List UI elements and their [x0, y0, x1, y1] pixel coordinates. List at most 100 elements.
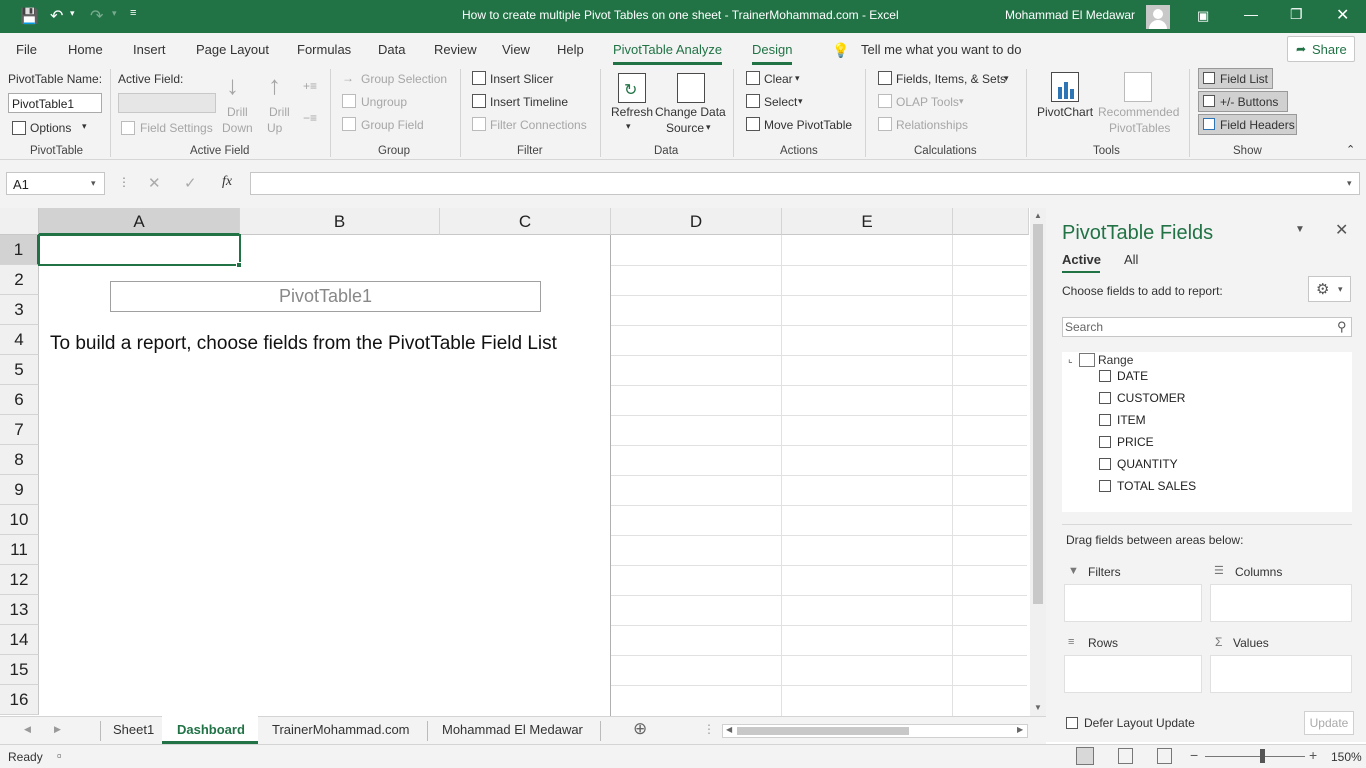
undo-dropdown-icon[interactable]: ▾: [70, 8, 75, 19]
minimize-icon[interactable]: —: [1244, 6, 1258, 22]
sheet-tab-trainermohammad[interactable]: TrainerMohammad.com: [272, 722, 410, 737]
clear-dropdown-icon[interactable]: ▾: [795, 73, 800, 84]
tab-pivottable-analyze[interactable]: PivotTable Analyze: [613, 42, 723, 65]
scroll-tabs-left-icon[interactable]: ◀: [24, 724, 31, 735]
tab-home[interactable]: Home: [68, 42, 103, 57]
row-header-16[interactable]: 16: [0, 685, 39, 715]
row-header-9[interactable]: 9: [0, 475, 39, 505]
close-icon[interactable]: ✕: [1336, 5, 1349, 25]
sheet-tab-dashboard[interactable]: Dashboard: [162, 716, 258, 744]
refresh-dropdown-icon[interactable]: ▾: [626, 121, 631, 132]
field-checkbox-total-sales[interactable]: [1099, 480, 1111, 492]
column-header-e[interactable]: E: [782, 208, 953, 235]
scroll-left-icon[interactable]: ◀: [726, 725, 732, 734]
field-checkbox-quantity[interactable]: [1099, 458, 1111, 470]
field-settings-gear-button[interactable]: ⚙ ▾: [1308, 276, 1351, 302]
row-header-5[interactable]: 5: [0, 355, 39, 385]
move-pivottable-button[interactable]: Move PivotTable: [764, 118, 852, 132]
zoom-in-icon[interactable]: +: [1309, 747, 1317, 763]
scroll-up-icon[interactable]: ▲: [1034, 211, 1042, 220]
insert-timeline-button[interactable]: Insert Timeline: [490, 95, 568, 109]
avatar[interactable]: [1146, 5, 1170, 29]
scroll-down-icon[interactable]: ▼: [1034, 703, 1042, 712]
accessibility-icon[interactable]: ▫: [57, 748, 62, 763]
field-headers-button[interactable]: Field Headers: [1198, 114, 1297, 135]
plus-minus-buttons-button[interactable]: +/- Buttons: [1198, 91, 1288, 112]
defer-layout-checkbox[interactable]: [1066, 717, 1078, 729]
pivotchart-icon[interactable]: [1051, 72, 1079, 102]
share-button[interactable]: ➦ Share: [1287, 36, 1355, 62]
zoom-level[interactable]: 150%: [1331, 750, 1362, 764]
row-header-6[interactable]: 6: [0, 385, 39, 415]
tab-design[interactable]: Design: [752, 42, 793, 65]
filters-drop-zone[interactable]: [1064, 584, 1202, 622]
column-header-b[interactable]: B: [240, 208, 440, 235]
page-break-view-icon[interactable]: [1157, 748, 1172, 764]
name-box-dropdown-icon[interactable]: ▾: [91, 178, 96, 189]
new-sheet-icon[interactable]: ⊕: [633, 719, 647, 739]
expand-formula-bar-icon[interactable]: ▾: [1347, 178, 1352, 189]
column-header-a[interactable]: A: [39, 208, 240, 235]
tell-me-search[interactable]: Tell me what you want to do: [861, 42, 1021, 57]
row-header-13[interactable]: 13: [0, 595, 39, 625]
options-button[interactable]: Options: [30, 121, 71, 135]
horizontal-scrollbar[interactable]: ◀ ▶: [722, 724, 1028, 738]
zoom-out-icon[interactable]: −: [1190, 747, 1198, 763]
rows-drop-zone[interactable]: [1064, 655, 1202, 693]
zoom-slider-thumb[interactable]: [1260, 749, 1265, 763]
insert-slicer-button[interactable]: Insert Slicer: [490, 72, 553, 86]
tab-all-fields[interactable]: All: [1124, 252, 1138, 267]
formula-input[interactable]: ▾: [250, 172, 1360, 195]
user-name[interactable]: Mohammad El Medawar: [1005, 8, 1135, 22]
change-data-source-dropdown-icon[interactable]: ▾: [706, 122, 711, 133]
refresh-button[interactable]: Refresh: [611, 105, 653, 119]
collapse-range-icon[interactable]: ⌞: [1068, 354, 1073, 365]
values-drop-zone[interactable]: [1210, 655, 1352, 693]
field-name-item[interactable]: ITEM: [1117, 413, 1146, 427]
column-header-d[interactable]: D: [611, 208, 782, 235]
select-dropdown-icon[interactable]: ▾: [798, 96, 803, 107]
row-header-1[interactable]: 1: [0, 235, 39, 265]
tab-data[interactable]: Data: [378, 42, 405, 57]
fields-items-sets-button[interactable]: Fields, Items, & Sets: [896, 72, 1006, 86]
clear-button[interactable]: Clear: [764, 72, 793, 86]
field-checkbox-customer[interactable]: [1099, 392, 1111, 404]
page-layout-view-icon[interactable]: [1118, 748, 1133, 764]
select-button[interactable]: Select: [764, 95, 797, 109]
customize-qat-icon[interactable]: ≡: [130, 7, 136, 19]
pivottable-name-input[interactable]: PivotTable1: [8, 93, 102, 113]
tab-file[interactable]: File: [16, 42, 37, 57]
tab-insert[interactable]: Insert: [133, 42, 166, 57]
restore-icon[interactable]: ❐: [1290, 6, 1303, 23]
row-header-7[interactable]: 7: [0, 415, 39, 445]
name-box[interactable]: A1 ▾: [6, 172, 105, 195]
row-header-12[interactable]: 12: [0, 565, 39, 595]
save-icon[interactable]: 💾: [20, 7, 39, 25]
tab-active-fields[interactable]: Active: [1062, 252, 1101, 267]
sheet-tab-mohammad-el-medawar[interactable]: Mohammad El Medawar: [442, 722, 583, 737]
field-checkbox-price[interactable]: [1099, 436, 1111, 448]
row-header-14[interactable]: 14: [0, 625, 39, 655]
field-search-input[interactable]: Search ⚲: [1062, 317, 1352, 337]
columns-drop-zone[interactable]: [1210, 584, 1352, 622]
pane-close-icon[interactable]: ✕: [1335, 220, 1348, 240]
tab-help[interactable]: Help: [557, 42, 584, 57]
tab-review[interactable]: Review: [434, 42, 477, 57]
field-name-customer[interactable]: CUSTOMER: [1117, 391, 1185, 405]
undo-icon[interactable]: ↶: [50, 6, 63, 26]
change-data-source-button-line1[interactable]: Change Data: [655, 105, 726, 119]
fields-items-sets-dropdown-icon[interactable]: ▾: [1004, 73, 1009, 84]
pane-options-dropdown-icon[interactable]: ▼: [1295, 224, 1305, 235]
field-name-total-sales[interactable]: TOTAL SALES: [1117, 479, 1196, 493]
collapse-ribbon-icon[interactable]: ⌃: [1346, 143, 1355, 156]
row-header-15[interactable]: 15: [0, 655, 39, 685]
fill-handle[interactable]: [236, 262, 242, 268]
field-name-quantity[interactable]: QUANTITY: [1117, 457, 1178, 471]
field-name-date[interactable]: DATE: [1117, 369, 1148, 383]
field-name-price[interactable]: PRICE: [1117, 435, 1154, 449]
refresh-icon[interactable]: ↻: [618, 73, 646, 103]
column-header-f[interactable]: [953, 208, 1029, 235]
vertical-scrollbar[interactable]: ▲ ▼: [1030, 208, 1046, 716]
insert-function-icon[interactable]: fx: [222, 174, 232, 190]
pivottable-placeholder[interactable]: PivotTable1: [110, 281, 541, 312]
